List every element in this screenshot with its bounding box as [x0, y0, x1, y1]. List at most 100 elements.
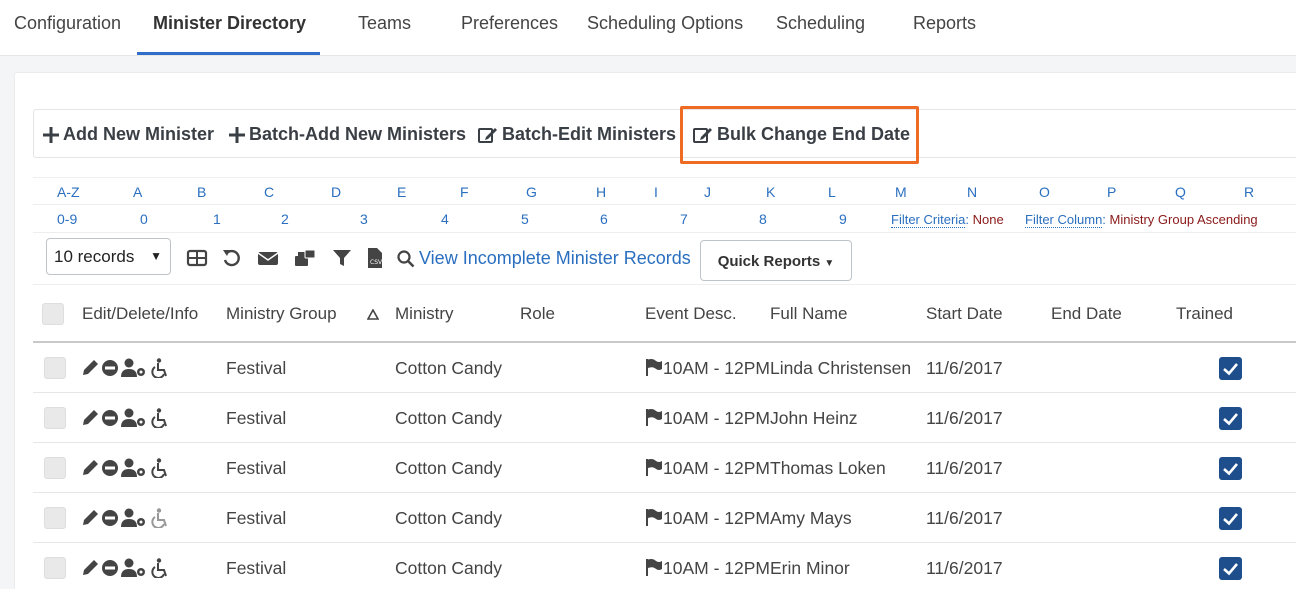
col-ministry[interactable]: Ministry [395, 285, 454, 343]
row-checkbox[interactable] [44, 457, 66, 479]
delete-icon[interactable] [101, 409, 119, 427]
email-icon[interactable] [257, 247, 279, 269]
table-row[interactable]: Festival Cotton Candy 10AM - 12PM Amy Ma… [33, 493, 1296, 543]
filter-criteria[interactable]: Filter Criteria: None [891, 205, 1004, 233]
filter-c[interactable]: C [264, 178, 274, 206]
tab-teams[interactable]: Teams [358, 0, 411, 56]
records-per-page-select[interactable]: 10 records ▼ [46, 238, 171, 275]
tab-preferences[interactable]: Preferences [461, 0, 558, 56]
user-settings-icon[interactable] [121, 558, 147, 578]
user-settings-icon[interactable] [121, 358, 147, 378]
col-ministry-group[interactable]: Ministry Group [226, 285, 337, 343]
filter-8[interactable]: 8 [759, 205, 767, 233]
delete-icon[interactable] [101, 509, 119, 527]
row-checkbox[interactable] [44, 407, 66, 429]
user-settings-icon[interactable] [121, 408, 147, 428]
filter-a-z[interactable]: A-Z [57, 178, 80, 206]
col-event-desc[interactable]: Event Desc. [645, 285, 737, 343]
filter-q[interactable]: Q [1175, 178, 1186, 206]
filter-3[interactable]: 3 [360, 205, 368, 233]
tab-scheduling-options[interactable]: Scheduling Options [587, 0, 743, 56]
add-new-minister-button[interactable]: Add New Minister [43, 110, 214, 159]
col-trained[interactable]: Trained [1176, 285, 1233, 343]
table-header: Edit/Delete/Info Ministry Group Ministry… [33, 284, 1296, 343]
tab-configuration[interactable]: Configuration [14, 0, 121, 56]
undo-icon[interactable] [221, 247, 243, 269]
wheelchair-icon[interactable] [150, 358, 170, 378]
table-row[interactable]: Festival Cotton Candy 10AM - 12PM John H… [33, 393, 1296, 443]
delete-icon[interactable] [101, 359, 119, 377]
pencil-icon[interactable] [81, 509, 101, 527]
select-all-checkbox[interactable] [42, 303, 64, 325]
delete-icon[interactable] [101, 459, 119, 477]
tab-minister-directory[interactable]: Minister Directory [153, 0, 306, 56]
filter-icon[interactable] [331, 247, 353, 269]
filter-p[interactable]: P [1107, 178, 1116, 206]
row-actions [81, 457, 171, 479]
tab-scheduling[interactable]: Scheduling [776, 0, 865, 56]
pencil-icon[interactable] [81, 409, 101, 427]
col-end-date[interactable]: End Date [1051, 285, 1122, 343]
filter-1[interactable]: 1 [213, 205, 221, 233]
filter-j[interactable]: J [704, 178, 711, 206]
table-row[interactable]: Festival Cotton Candy 10AM - 12PM Thomas… [33, 443, 1296, 493]
filter-o[interactable]: O [1039, 178, 1050, 206]
filter-5[interactable]: 5 [521, 205, 529, 233]
numeric-filter-bar: 0-9 0 1 2 3 4 5 6 7 8 9 Filter Criteria:… [33, 205, 1296, 233]
row-checkbox[interactable] [44, 507, 66, 529]
pencil-icon[interactable] [81, 359, 101, 377]
filter-7[interactable]: 7 [680, 205, 688, 233]
filter-a[interactable]: A [133, 178, 142, 206]
filter-9[interactable]: 9 [839, 205, 847, 233]
row-checkbox[interactable] [44, 557, 66, 579]
trained-checkbox[interactable] [1219, 357, 1242, 380]
filter-r[interactable]: R [1244, 178, 1254, 206]
filter-2[interactable]: 2 [281, 205, 289, 233]
filter-4[interactable]: 4 [441, 205, 449, 233]
tab-reports[interactable]: Reports [913, 0, 976, 56]
sort-ascending-icon[interactable] [367, 309, 379, 320]
filter-b[interactable]: B [197, 178, 206, 206]
trained-checkbox[interactable] [1219, 507, 1242, 530]
filter-6[interactable]: 6 [600, 205, 608, 233]
table-row[interactable]: Festival Cotton Candy 10AM - 12PM Linda … [33, 343, 1296, 393]
row-checkbox[interactable] [44, 357, 66, 379]
filter-e[interactable]: E [397, 178, 406, 206]
col-full-name[interactable]: Full Name [770, 285, 847, 343]
filter-g[interactable]: G [526, 178, 537, 206]
batch-edit-ministers-button[interactable]: Batch-Edit Ministers [478, 110, 676, 159]
delete-icon[interactable] [101, 559, 119, 577]
view-incomplete-records-link[interactable]: View Incomplete Minister Records [397, 248, 691, 269]
table-row[interactable]: Festival Cotton Candy 10AM - 12PM Erin M… [33, 543, 1296, 589]
filter-column[interactable]: Filter Column: Ministry Group Ascending [1025, 205, 1258, 233]
grid-icon[interactable] [186, 247, 208, 269]
filter-i[interactable]: I [654, 178, 658, 206]
print-email-icon[interactable] [294, 247, 316, 269]
filter-m[interactable]: M [895, 178, 907, 206]
col-role[interactable]: Role [520, 285, 555, 343]
pencil-icon[interactable] [81, 559, 101, 577]
trained-checkbox[interactable] [1219, 457, 1242, 480]
filter-d[interactable]: D [331, 178, 341, 206]
checkmark-icon [1223, 513, 1238, 526]
filter-n[interactable]: N [967, 178, 977, 206]
filter-h[interactable]: H [596, 178, 606, 206]
pencil-icon[interactable] [81, 459, 101, 477]
csv-icon[interactable]: CSV [364, 247, 386, 269]
wheelchair-icon[interactable] [150, 508, 170, 528]
wheelchair-icon[interactable] [150, 558, 170, 578]
filter-l[interactable]: L [828, 178, 836, 206]
filter-0[interactable]: 0 [140, 205, 148, 233]
quick-reports-button[interactable]: Quick Reports ▼ [700, 240, 852, 281]
filter-f[interactable]: F [460, 178, 469, 206]
col-start-date[interactable]: Start Date [926, 285, 1003, 343]
batch-add-ministers-button[interactable]: Batch-Add New Ministers [229, 110, 466, 159]
wheelchair-icon[interactable] [150, 458, 170, 478]
trained-checkbox[interactable] [1219, 557, 1242, 580]
trained-checkbox[interactable] [1219, 407, 1242, 430]
user-settings-icon[interactable] [121, 508, 147, 528]
user-settings-icon[interactable] [121, 458, 147, 478]
filter-k[interactable]: K [766, 178, 775, 206]
filter-0-9[interactable]: 0-9 [57, 205, 77, 233]
wheelchair-icon[interactable] [150, 408, 170, 428]
